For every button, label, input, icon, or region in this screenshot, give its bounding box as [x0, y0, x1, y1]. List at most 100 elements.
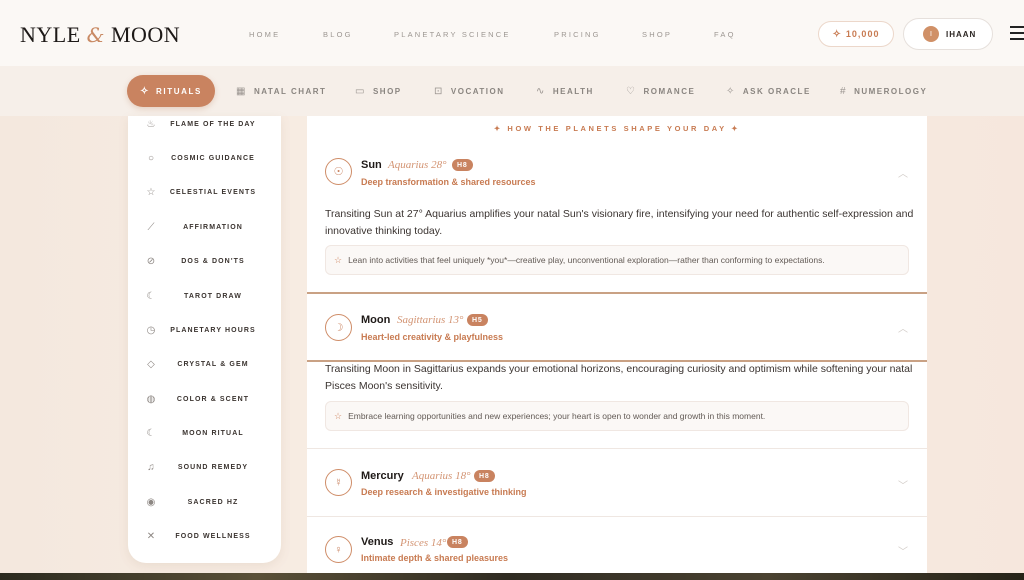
- section-divider: [307, 292, 927, 294]
- sun-symbol-icon: ☉: [325, 158, 352, 185]
- top-navigation-bar: NYLE & MOON HOME BLOG PLANETARY SCIENCE …: [0, 0, 1024, 66]
- brand-logo[interactable]: NYLE & MOON: [20, 22, 180, 48]
- nav-link-faq[interactable]: FAQ: [714, 30, 736, 39]
- planet-sign: Aquarius 18°: [412, 470, 471, 482]
- nav-link-planetary-science[interactable]: PLANETARY SCIENCE: [394, 30, 511, 39]
- sidebar-item-dos-and-donts[interactable]: ⊘ DOS & DON'TS: [128, 251, 281, 271]
- planet-description: Transiting Moon in Sagittarius expands y…: [325, 363, 913, 392]
- sidebar-item-label: FLAME OF THE DAY: [170, 120, 256, 128]
- section-divider: [307, 516, 927, 517]
- sparkle-icon: ✧: [832, 28, 842, 40]
- sidebar-item-food-wellness[interactable]: ✕ FOOD WELLNESS: [128, 526, 281, 546]
- planet-subtitle: Deep transformation & shared resources: [361, 177, 536, 187]
- house-badge: H8: [447, 536, 468, 548]
- hamburger-menu-icon[interactable]: [1010, 26, 1024, 40]
- tab-label: ROMANCE: [643, 87, 696, 96]
- user-profile-button[interactable]: I IHAAN: [903, 18, 993, 50]
- tab-label: HEALTH: [552, 87, 594, 96]
- sparkle-icon: ✧: [726, 86, 736, 97]
- house-badge: H8: [474, 470, 495, 482]
- sidebar-item-label: COLOR & SCENT: [176, 395, 250, 403]
- chevron-down-icon[interactable]: ﹀: [898, 543, 908, 558]
- moon-symbol-icon: ☽: [325, 314, 352, 341]
- sidebar-item-planetary-hours[interactable]: ◷ PLANETARY HOURS: [128, 320, 281, 340]
- nav-link-blog[interactable]: BLOG: [323, 30, 353, 39]
- chevron-down-icon[interactable]: ﹀: [898, 477, 908, 492]
- sidebar-item-label: AFFIRMATION: [183, 223, 243, 231]
- planet-influences-panel: ✦ HOW THE PLANETS SHAPE YOUR DAY ✦ ☉ Sun…: [307, 116, 927, 580]
- sidebar-item-affirmation[interactable]: ⟋ AFFIRMATION: [128, 217, 281, 237]
- tab-natal-chart[interactable]: ▦ NATAL CHART: [236, 86, 326, 97]
- planet-card-venus[interactable]: ♀ Venus Pisces 14° H8 Intimate depth & s…: [307, 526, 927, 580]
- chevron-up-icon[interactable]: ︿: [898, 320, 908, 335]
- tab-label: VOCATION: [450, 87, 505, 96]
- tab-rituals[interactable]: ✧ RITUALS: [127, 75, 215, 107]
- sidebar-item-label: MOON RITUAL: [182, 429, 244, 437]
- tab-numerology[interactable]: # NUMEROLOGY: [840, 86, 927, 97]
- tab-romance[interactable]: ♡ ROMANCE: [626, 86, 695, 97]
- sidebar-item-tarot-draw[interactable]: ☾ TAROT DRAW: [128, 286, 281, 306]
- brand-name-second: MOON: [110, 22, 181, 47]
- house-badge: H8: [452, 159, 473, 171]
- tab-health[interactable]: ∿ HEALTH: [536, 86, 594, 97]
- planet-card-sun: ☉ Sun Aquarius 28° H8 Deep transformatio…: [307, 150, 927, 292]
- tip-text: Lean into activities that feel uniquely …: [348, 255, 825, 265]
- planet-subtitle: Heart-led creativity & playfulness: [361, 332, 504, 342]
- nav-link-shop[interactable]: SHOP: [642, 30, 672, 39]
- planet-card-mercury[interactable]: ☿ Mercury Aquarius 18° H8 Deep research …: [307, 460, 927, 516]
- sidebar-item-label: DOS & DON'TS: [181, 257, 245, 265]
- planet-subtitle: Intimate depth & shared pleasures: [361, 553, 509, 563]
- sidebar-item-sound-remedy[interactable]: ♫ SOUND REMEDY: [128, 457, 281, 477]
- hash-icon: #: [840, 86, 848, 97]
- nav-link-pricing[interactable]: PRICING: [554, 30, 601, 39]
- planet-name: Venus: [361, 536, 394, 548]
- tab-shop[interactable]: ▭ SHOP: [355, 86, 402, 97]
- heart-icon: ♡: [626, 86, 637, 97]
- bottom-edge-strip: [0, 573, 1024, 580]
- credits-balance-button[interactable]: ✧ 10,000: [818, 21, 894, 47]
- chevron-up-icon[interactable]: ︿: [898, 165, 908, 180]
- tip-text: Embrace learning opportunities and new e…: [348, 411, 766, 421]
- sidebar-item-label: SOUND REMEDY: [177, 463, 249, 471]
- sidebar-item-cosmic-guidance[interactable]: ○ COSMIC GUIDANCE: [128, 148, 281, 168]
- briefcase-icon: ⊡: [434, 86, 444, 97]
- brand-ampersand: &: [86, 23, 105, 47]
- brand-name-first: NYLE: [20, 22, 81, 47]
- tab-label: RITUALS: [156, 86, 202, 96]
- sidebar-item-celestial-events[interactable]: ☆ CELESTIAL EVENTS: [128, 182, 281, 202]
- grid-icon: ▦: [236, 86, 247, 97]
- tab-ask-oracle[interactable]: ✧ ASK ORACLE: [726, 86, 811, 97]
- nav-link-home[interactable]: HOME: [249, 30, 280, 39]
- section-heading: ✦ HOW THE PLANETS SHAPE YOUR DAY ✦: [493, 124, 741, 133]
- sidebar-item-label: COSMIC GUIDANCE: [171, 154, 255, 162]
- planet-name: Moon: [361, 314, 391, 326]
- bag-icon: ▭: [355, 86, 366, 97]
- planet-sign: Pisces 14°: [400, 537, 447, 549]
- rituals-sidebar: ♨ FLAME OF THE DAY ○ COSMIC GUIDANCE ☆ C…: [128, 116, 281, 563]
- sidebar-item-color-and-scent[interactable]: ◍ COLOR & SCENT: [128, 389, 281, 409]
- sidebar-item-label: SACRED HZ: [187, 498, 239, 506]
- sidebar-item-moon-ritual[interactable]: ☾ MOON RITUAL: [128, 423, 281, 443]
- sidebar-item-crystal-and-gem[interactable]: ◇ CRYSTAL & GEM: [128, 354, 281, 374]
- sidebar-item-flame-of-the-day[interactable]: ♨ FLAME OF THE DAY: [128, 114, 281, 134]
- avatar: I: [923, 26, 939, 42]
- tab-label: ASK ORACLE: [742, 87, 811, 96]
- sparkle-icon: ✧: [140, 85, 151, 97]
- planet-name: Sun: [361, 159, 382, 171]
- sidebar-item-sacred-hz[interactable]: ◉ SACRED HZ: [128, 492, 281, 512]
- planet-tip: ☆ Embrace learning opportunities and new…: [325, 401, 909, 431]
- planet-sign: Sagittarius 13°: [397, 314, 464, 326]
- planet-sign: Aquarius 28°: [388, 159, 447, 171]
- tab-label: NATAL CHART: [253, 87, 327, 96]
- star-icon: ☆: [334, 410, 343, 421]
- planet-tip: ☆ Lean into activities that feel uniquel…: [325, 245, 909, 275]
- credits-value: 10,000: [845, 29, 880, 39]
- sidebar-item-label: FOOD WELLNESS: [175, 532, 251, 540]
- sidebar-item-label: CRYSTAL & GEM: [177, 360, 249, 368]
- tab-label: SHOP: [372, 87, 402, 96]
- tab-vocation[interactable]: ⊡ VOCATION: [434, 86, 505, 97]
- star-icon: ☆: [334, 254, 343, 265]
- house-badge: H5: [467, 314, 488, 326]
- sidebar-item-label: PLANETARY HOURS: [170, 326, 256, 334]
- category-tabs: ✧ RITUALS ▦ NATAL CHART ▭ SHOP ⊡ VOCATIO…: [0, 66, 1024, 116]
